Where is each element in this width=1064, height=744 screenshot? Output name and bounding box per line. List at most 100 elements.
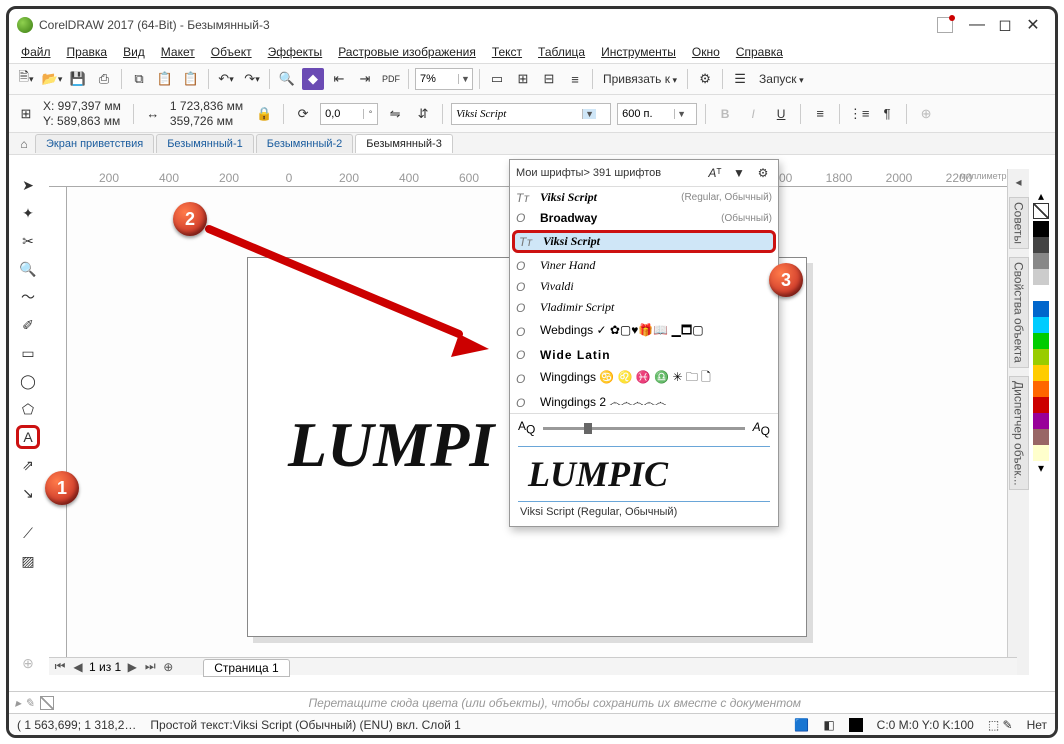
color-swatch[interactable]: [1033, 285, 1049, 301]
dropper-tool[interactable]: ⟋: [16, 521, 40, 545]
palette-down-icon[interactable]: ▾: [1031, 461, 1051, 475]
angle-input[interactable]: °: [320, 103, 378, 125]
page-prev-icon[interactable]: ◀: [71, 660, 85, 674]
status-outline-icon[interactable]: ⬚ ✎: [988, 718, 1013, 732]
font-list-item[interactable]: Tᴛ Viksi Script (Regular, Обычный): [510, 187, 778, 208]
color-swatch[interactable]: [1033, 445, 1049, 461]
pick-tool[interactable]: ➤: [16, 173, 40, 197]
menu-help[interactable]: Справка: [736, 45, 783, 59]
no-color-swatch[interactable]: [1033, 203, 1049, 219]
font-settings-icon[interactable]: ⚙: [754, 164, 772, 182]
document-palette[interactable]: ▸ ✎ Перетащите сюда цвета (или объекты),…: [9, 691, 1055, 713]
color-swatch[interactable]: [1033, 381, 1049, 397]
grid-icon[interactable]: ⊟: [538, 68, 560, 90]
text-options-icon[interactable]: ⊕: [915, 103, 937, 125]
color-swatch[interactable]: [1033, 365, 1049, 381]
freehand-tool[interactable]: ～: [16, 285, 40, 309]
menu-edit[interactable]: Правка: [67, 45, 108, 59]
font-filter-icon[interactable]: ▼: [730, 164, 748, 182]
underline-button[interactable]: U: [770, 103, 792, 125]
print-icon[interactable]: ⎙: [93, 68, 115, 90]
interactive-fill-tool[interactable]: ▨: [16, 549, 40, 573]
menu-effects[interactable]: Эффекты: [268, 45, 323, 59]
undo-icon[interactable]: ↶: [215, 68, 237, 90]
color-swatch[interactable]: [1033, 301, 1049, 317]
color-swatch[interactable]: [1033, 221, 1049, 237]
menu-file[interactable]: Файл: [21, 45, 51, 59]
page-last-icon[interactable]: ⏭: [143, 659, 157, 674]
export-icon[interactable]: ⇥: [354, 68, 376, 90]
home-tab-icon[interactable]: ⌂: [13, 137, 35, 151]
font-list-item[interactable]: O Broadway (Обычный): [510, 208, 778, 228]
color-swatch[interactable]: [1033, 333, 1049, 349]
rotate-icon[interactable]: ⟳: [292, 103, 314, 125]
rectangle-tool[interactable]: ▭: [16, 341, 40, 365]
menu-view[interactable]: Вид: [123, 45, 145, 59]
text-object[interactable]: LUMPI: [288, 408, 494, 482]
italic-button[interactable]: I: [742, 103, 764, 125]
shape-tool[interactable]: ✦: [16, 201, 40, 225]
mirror-v-icon[interactable]: ⇵: [412, 103, 434, 125]
origin-grid-icon[interactable]: ⊞: [15, 103, 37, 125]
polygon-tool[interactable]: ⬠: [16, 397, 40, 421]
color-swatch[interactable]: [1033, 349, 1049, 365]
paste-icon[interactable]: 📋: [154, 68, 176, 90]
font-list-item[interactable]: Tᴛ Viksi Script: [512, 230, 776, 253]
menu-tools[interactable]: Инструменты: [601, 45, 676, 59]
font-filter-style-icon[interactable]: Aᵀ: [706, 164, 724, 182]
ellipse-tool[interactable]: ◯: [16, 369, 40, 393]
parallel-dim-tool[interactable]: ⇗: [16, 453, 40, 477]
import-icon[interactable]: ⇤: [328, 68, 350, 90]
menu-object[interactable]: Объект: [211, 45, 252, 59]
launch-icon[interactable]: ◆: [302, 68, 324, 90]
zoom-tool[interactable]: 🔍: [16, 257, 40, 281]
font-list-item[interactable]: O Viner Hand: [510, 255, 778, 276]
menu-layout[interactable]: Макет: [161, 45, 195, 59]
launch-dropdown[interactable]: Запуск: [755, 72, 808, 86]
quick-customize-icon[interactable]: ⊕: [16, 651, 40, 675]
chevron-down-icon[interactable]: ▼: [674, 109, 688, 119]
launch-list-icon[interactable]: ☰: [729, 68, 751, 90]
text-tool[interactable]: A: [16, 425, 40, 449]
new-doc-icon[interactable]: 🗎: [15, 68, 37, 90]
tab-doc-3[interactable]: Безымянный-3: [355, 134, 453, 153]
rulers-icon[interactable]: ⊞: [512, 68, 534, 90]
artistic-media-tool[interactable]: ✐: [16, 313, 40, 337]
fullscreen-icon[interactable]: ▭: [486, 68, 508, 90]
close-button[interactable]: ✕: [1019, 11, 1047, 39]
tab-doc-2[interactable]: Безымянный-2: [256, 134, 354, 153]
status-fill-swatch[interactable]: [849, 718, 863, 732]
menu-table[interactable]: Таблица: [538, 45, 585, 59]
preview-small-icon[interactable]: AQ: [518, 419, 535, 436]
search-icon[interactable]: 🔍: [276, 68, 298, 90]
bold-button[interactable]: B: [714, 103, 736, 125]
menu-text[interactable]: Текст: [492, 45, 522, 59]
color-swatch[interactable]: [1033, 253, 1049, 269]
connector-tool[interactable]: ↘: [16, 481, 40, 505]
font-list-item[interactable]: O Wide Latin: [510, 345, 778, 365]
chevron-down-icon[interactable]: ▼: [458, 74, 472, 84]
preview-large-icon[interactable]: AQ: [753, 418, 770, 438]
guides-icon[interactable]: ≡: [564, 68, 586, 90]
page-first-icon[interactable]: ⏮: [53, 659, 67, 674]
tab-welcome[interactable]: Экран приветствия: [35, 134, 154, 153]
save-icon[interactable]: 💾: [67, 68, 89, 90]
chevron-down-icon[interactable]: ▼: [582, 109, 596, 119]
text-align-icon[interactable]: ≡: [809, 103, 831, 125]
lock-ratio-icon[interactable]: 🔒: [253, 103, 275, 125]
palette-up-icon[interactable]: ▴: [1031, 189, 1051, 203]
color-swatch[interactable]: [1033, 413, 1049, 429]
menu-window[interactable]: Окно: [692, 45, 720, 59]
add-page-icon[interactable]: ⊕: [161, 660, 175, 674]
menu-bitmap[interactable]: Растровые изображения: [338, 45, 476, 59]
font-list-item[interactable]: O Vivaldi: [510, 276, 778, 297]
font-list[interactable]: Tᴛ Viksi Script (Regular, Обычный)O Broa…: [510, 187, 778, 413]
docker-obj-manager[interactable]: Диспетчер объек...: [1009, 376, 1029, 491]
snap-dropdown[interactable]: Привязать к: [599, 72, 681, 86]
crop-tool[interactable]: ✂: [16, 229, 40, 253]
docker-toggle-icon[interactable]: ◂: [1015, 175, 1021, 189]
options-icon[interactable]: ⚙: [694, 68, 716, 90]
account-icon[interactable]: [937, 17, 953, 33]
color-swatch[interactable]: [1033, 397, 1049, 413]
status-color-model-icon[interactable]: 🟦: [794, 718, 809, 732]
